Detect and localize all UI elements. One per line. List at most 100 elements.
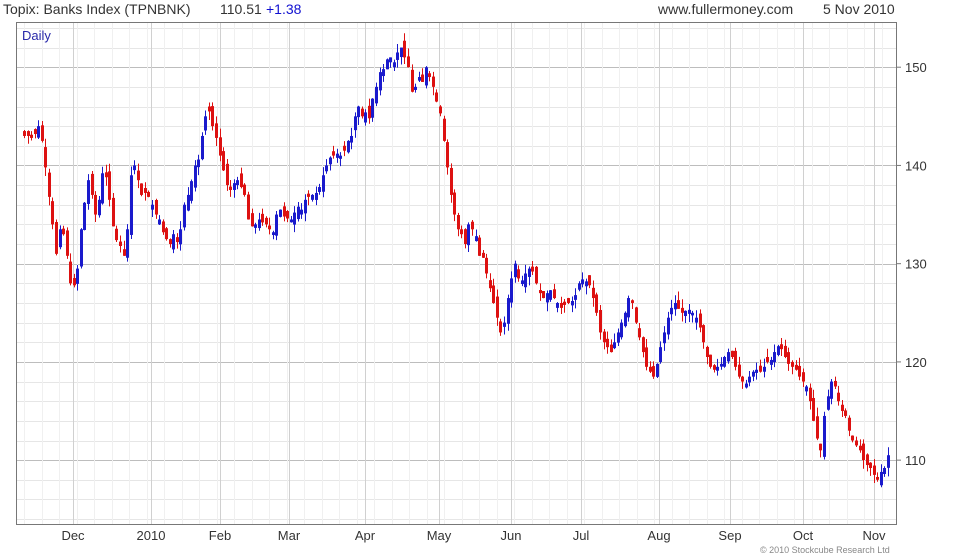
candle-body-up [578,283,581,290]
candle-body-down [457,215,460,230]
y-tick-label: 140 [905,158,927,173]
candle-body-up [748,376,751,383]
candle-body-down [155,200,158,215]
candle-body-up [556,302,559,308]
candle-body-up [827,396,830,410]
candle-body-down [478,237,481,256]
candle-body-up [183,204,186,228]
candle-body-down [211,106,214,127]
candle-body-up [386,59,389,70]
candle-body-up [752,371,755,377]
candle-body-down [34,129,37,135]
candle-body-down [286,211,289,219]
candle-body-down [844,410,847,416]
candle-body-up [396,52,399,60]
candle-body-down [432,76,435,87]
candle-body-up [379,72,382,91]
candle-body-down [542,291,545,299]
candle-body-up [236,180,239,186]
candle-body-down [343,145,346,151]
candle-body-down [635,307,638,323]
candle-body-up [880,471,883,486]
x-tick-label: Sep [718,528,741,543]
candle-body-down [848,417,851,431]
candle-body-down [563,301,566,305]
candle-body-down [645,347,648,367]
candle-body-down [873,465,876,475]
candle-body-down [837,392,840,402]
candle-body-down [851,435,854,441]
candle-body-up [37,126,40,138]
candle-body-down [642,337,645,353]
candle-body-down [553,289,556,299]
candle-body-up [194,165,197,188]
candle-body-down [681,307,684,313]
candle-body-down [30,134,33,138]
candle-body-down [855,440,858,446]
candle-body-down [649,366,652,372]
candle-body-up [503,322,506,327]
candle-body-down [866,454,869,466]
x-tick-label: Dec [61,528,85,543]
candle-body-down [215,123,218,138]
candle-body-up [375,86,378,104]
y-tick-label: 130 [905,257,927,272]
candle-body-down [489,280,492,289]
candle-body-up [770,359,773,365]
candle-body-up [179,229,182,245]
candle-body-down [812,397,815,421]
candle-body-up [87,180,90,204]
candle-body-up [364,112,367,123]
candle-body-up [670,307,673,315]
candle-body-down [638,328,641,338]
candle-body-down [169,239,172,245]
candle-body-up [389,57,392,63]
candle-body-down [94,194,97,215]
candle-body-down [766,357,769,362]
candle-body-down [105,172,108,178]
plot-frame [16,22,897,525]
candle-body-up [336,153,339,158]
candle-body-up [663,332,666,344]
candle-body-down [147,191,150,197]
candle-body-up [613,342,616,349]
candle-body-down [652,366,655,377]
candle-body-down [119,241,122,246]
candle-body-up [571,301,574,306]
candle-body-down [603,331,606,343]
candle-body-down [411,69,414,92]
candle-body-down [791,361,794,367]
candle-body-down [91,173,94,195]
candle-body-up [130,175,133,235]
candle-body-down [795,364,798,370]
candle-body-down [834,380,837,387]
candle-body-up [467,224,470,246]
candle-body-down [709,354,712,367]
candle-body-up [723,357,726,367]
candle-body-down [567,298,570,303]
candle-body-down [23,131,26,136]
candle-body-down [539,290,542,294]
candle-body-down [784,345,787,357]
candle-body-up [325,165,328,172]
candle-body-up [727,352,730,362]
candle-body-up [716,366,719,371]
candle-body-up [674,302,677,310]
candle-body-up [627,298,630,318]
candle-body-down [531,266,534,272]
candle-body-down [283,206,286,217]
y-tick-label: 150 [905,60,927,75]
candle-body-up [400,47,403,58]
candle-body-down [219,137,222,156]
candle-body-up [350,135,353,143]
candle-body-down [798,365,801,377]
y-tick-label: 110 [905,453,926,468]
candle-body-down [535,266,538,284]
candle-body-down [450,167,453,195]
candle-body-down [492,285,495,303]
candle-body-down [787,352,790,364]
x-tick-label: Aug [647,528,670,543]
candle-body-up [233,183,236,190]
candle-body-up [272,232,275,236]
candle-body-down [819,443,822,451]
